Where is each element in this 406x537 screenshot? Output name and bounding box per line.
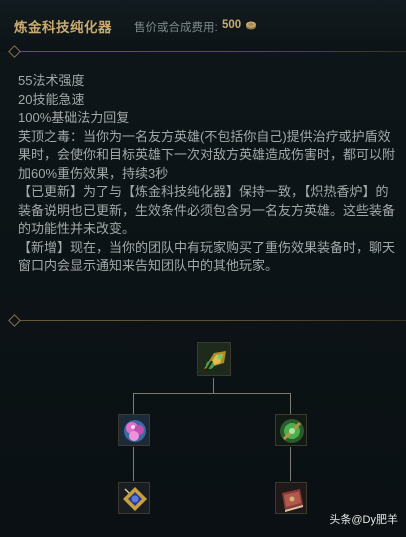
tree-line <box>133 393 134 414</box>
recipe-component-left[interactable] <box>118 414 150 446</box>
pink-crystal-bloom-icon <box>119 415 149 445</box>
update-note: 【已更新】为了与【炼金科技纯化器】保持一致，【炽热香炉】的装备说明也已更新，生效… <box>18 184 396 236</box>
cost-value: 500 <box>222 19 242 31</box>
recipe-component-right[interactable] <box>275 414 307 446</box>
item-name: 炼金科技纯化器 <box>14 20 112 35</box>
recipe-divider <box>8 314 406 327</box>
recipe-tree <box>0 330 406 537</box>
green-orb-icon <box>276 415 306 445</box>
tree-line <box>133 447 134 481</box>
watermark: 头条@Dy肥羊 <box>329 514 398 526</box>
tree-line <box>133 393 291 394</box>
tree-line <box>213 378 214 394</box>
new-note: 【新增】现在，当你的团队中有玩家购买了重伤效果装备时，聊天窗口内会显示通知来告知… <box>18 239 396 274</box>
recipe-subcomponent-left[interactable] <box>118 482 150 514</box>
stat-mana-regen: 100%基础法力回复 <box>18 110 130 125</box>
header-divider <box>8 45 406 58</box>
recipe-root-item[interactable] <box>197 342 231 376</box>
passive-description: 芙顶之毒：当你为一名友方英雄(不包括你自己)提供治疗或护盾效果时，会使你和目标英… <box>18 128 396 181</box>
gold-coin-icon <box>246 21 256 30</box>
stat-ability-power: 55法术强度 <box>18 73 85 88</box>
divider-diamond-icon <box>8 314 21 327</box>
tree-line <box>290 447 291 481</box>
cost-label: 售价或合成费用: <box>134 22 218 34</box>
item-tooltip: 炼金科技纯化器 售价或合成费用: 500 55法术强度 20技能急速 100%基… <box>0 0 406 537</box>
red-tome-icon <box>276 483 306 513</box>
recipe-subcomponent-right[interactable] <box>275 482 307 514</box>
stat-ability-haste: 20技能急速 <box>18 91 85 107</box>
alchemy-purifier-icon <box>198 343 230 375</box>
blue-gem-amulet-icon <box>119 483 149 513</box>
tooltip-header: 炼金科技纯化器 售价或合成费用: 500 <box>0 0 406 52</box>
tree-line <box>290 393 291 414</box>
item-description: 55法术强度 20技能急速 100%基础法力回复 芙顶之毒：当你为一名友方英雄(… <box>18 72 398 276</box>
